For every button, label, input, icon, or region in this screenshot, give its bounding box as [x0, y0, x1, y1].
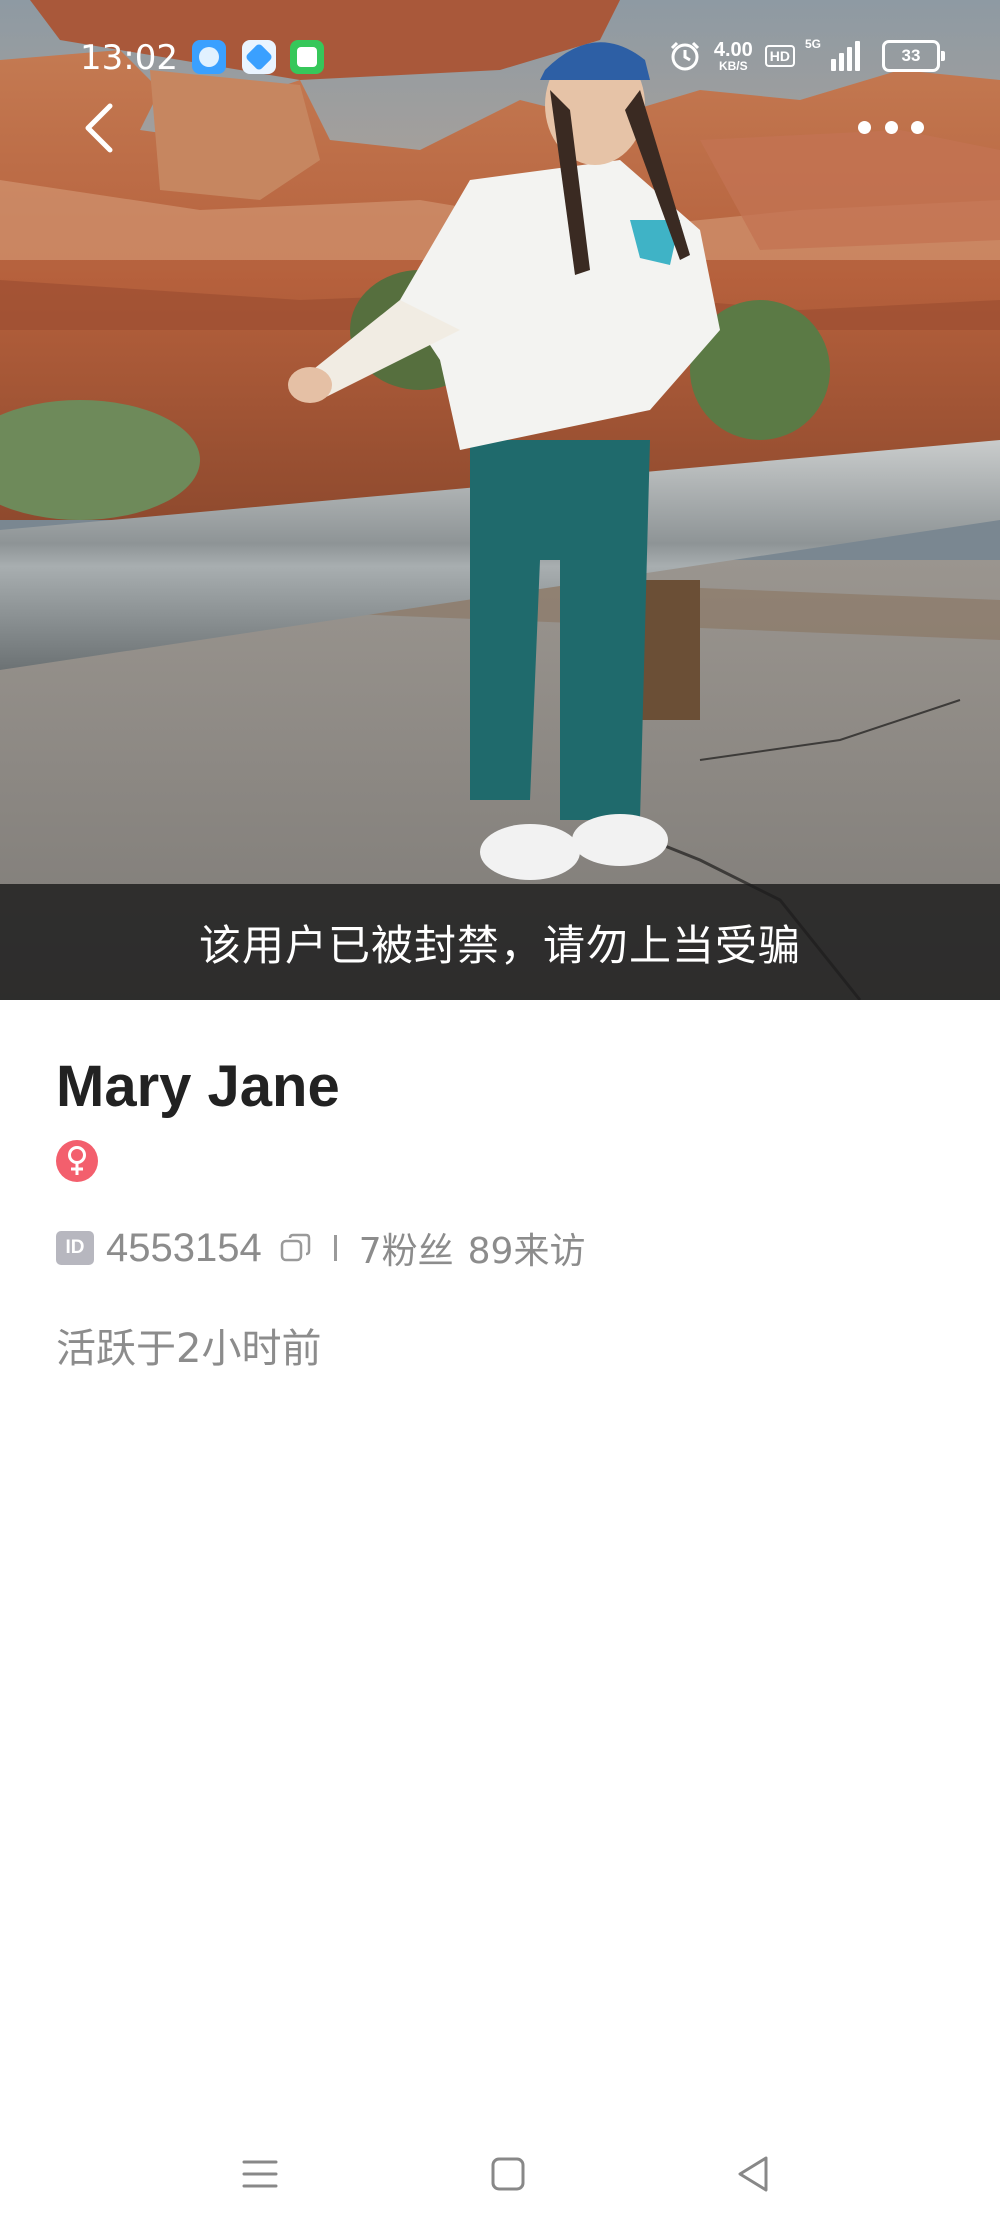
status-bar: 13:02 4.00 KB/S HD 5G 33: [0, 0, 1000, 115]
photo-scene: [0, 0, 1000, 1000]
followers-count[interactable]: 7粉丝: [359, 1222, 454, 1274]
signal-icon: 5G: [805, 37, 860, 71]
network-type: 5G: [805, 37, 822, 51]
profile-photo[interactable]: 13:02 4.00 KB/S HD 5G 33 该用户已被封禁，请勿上当受骗: [0, 0, 1000, 1000]
ban-notice-text: 该用户已被封禁，请勿上当受骗: [198, 920, 801, 970]
network-speed: 4.00 KB/S: [714, 40, 753, 72]
more-button[interactable]: [858, 112, 924, 142]
ban-notice-banner: 该用户已被封禁，请勿上当受骗: [0, 884, 1000, 1000]
back-triangle-icon[interactable]: [730, 2150, 778, 2198]
status-time: 13:02: [80, 38, 178, 78]
more-dots-icon: [858, 120, 871, 134]
back-button[interactable]: [72, 98, 128, 158]
copy-icon[interactable]: [278, 1230, 314, 1266]
bird-app-icon: [192, 40, 226, 74]
menu-lines-icon[interactable]: [236, 2150, 284, 2198]
battery-level: 33: [901, 46, 921, 65]
profile-info: Mary Jane ID 4553154 7粉丝 89来访 活跃于2小时前: [56, 1040, 956, 1372]
network-speed-value: 4.00: [713, 39, 753, 61]
gender-female-icon: [56, 1140, 98, 1182]
battery-icon: 33: [882, 40, 945, 72]
network-speed-unit: KB/S: [718, 59, 748, 73]
cloud-app-icon: [242, 40, 276, 74]
user-id: 4553154: [106, 1225, 262, 1270]
status-indicators: 4.00 KB/S HD 5G 33: [668, 36, 945, 76]
hd-voice-icon: HD: [764, 45, 795, 67]
home-square-icon[interactable]: [484, 2150, 532, 2198]
chevron-left-icon: [85, 103, 113, 153]
system-navigation-bar: [0, 2120, 1000, 2233]
visits-count[interactable]: 89来访: [468, 1222, 586, 1274]
meta-divider: [333, 1235, 337, 1261]
message-app-icon: [290, 40, 324, 74]
user-name: Mary Jane: [56, 1054, 340, 1119]
id-badge: ID: [56, 1231, 94, 1265]
user-meta-row: ID 4553154 7粉丝 89来访: [56, 1225, 585, 1272]
alarm-icon: [670, 41, 699, 71]
active-status: 活跃于2小时前: [56, 1326, 322, 1372]
